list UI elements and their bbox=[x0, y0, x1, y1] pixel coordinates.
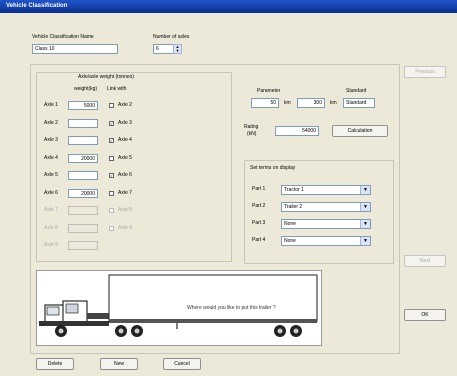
axle-label: Axle 3 bbox=[44, 137, 58, 143]
link-checkbox[interactable] bbox=[109, 103, 114, 108]
axle-label: Axle 9 bbox=[44, 242, 58, 248]
chevron-down-icon[interactable]: ▼ bbox=[360, 237, 370, 245]
classification-name-label: Vehicle Classification Name bbox=[32, 34, 94, 40]
weights-group bbox=[36, 72, 232, 262]
axle-label: Axle 8 bbox=[44, 224, 58, 231]
axle-label: Axle 5 bbox=[44, 172, 58, 178]
title-bar bbox=[0, 0, 457, 13]
display-group-title: Set terms on display bbox=[250, 165, 296, 171]
delete-button[interactable]: Delete bbox=[36, 358, 74, 370]
classification-name-input[interactable]: Class 10 bbox=[32, 44, 118, 54]
display-part-select[interactable]: Tractor 1 ▼ bbox=[281, 185, 371, 195]
rating-input[interactable]: 54000 bbox=[275, 126, 319, 136]
link-column-header: Link with bbox=[107, 86, 127, 92]
rating-unit: (kN) bbox=[247, 131, 257, 137]
link-axle-label: Axle 3 bbox=[118, 119, 132, 126]
link-checkbox[interactable] bbox=[109, 155, 114, 161]
link-axle-label: Axle 8 bbox=[118, 207, 132, 213]
previous-button[interactable]: Previous bbox=[404, 66, 446, 78]
link-axle-label: Axle 9 bbox=[118, 224, 132, 231]
link-checkbox[interactable]: ✓ bbox=[109, 173, 114, 178]
axle-count-label: Number of axles bbox=[153, 34, 190, 40]
link-axle-label: Axle 5 bbox=[118, 154, 132, 161]
axle-weight-input[interactable] bbox=[68, 223, 98, 233]
axle-label: Axle 6 bbox=[44, 189, 58, 196]
parameter-value-2[interactable]: 300 bbox=[297, 98, 325, 108]
spin-arrows-icon[interactable]: ▲ ▼ bbox=[173, 44, 182, 54]
weights-title: Axle/axle weight (tonnes) bbox=[78, 74, 134, 80]
axle-weight-input[interactable] bbox=[68, 241, 98, 250]
link-axle-label: Axle 7 bbox=[118, 189, 132, 196]
axle-weight-input[interactable] bbox=[68, 206, 98, 215]
link-checkbox[interactable]: ✓ bbox=[109, 138, 114, 143]
display-part-value: Trailer 2 bbox=[284, 204, 303, 210]
axle-weight-input[interactable]: 5000 bbox=[68, 101, 98, 110]
chevron-down-icon[interactable]: ▼ bbox=[360, 220, 370, 228]
display-part-label: Part 3 bbox=[252, 220, 266, 226]
parameter-label: Parameter bbox=[257, 88, 281, 94]
axle-weight-input[interactable]: 20000 bbox=[68, 153, 98, 163]
new-button[interactable]: New bbox=[100, 358, 138, 370]
link-axle-label: Axle 6 bbox=[118, 172, 132, 178]
calculation-button[interactable]: Calculation bbox=[332, 125, 388, 137]
display-part-select[interactable]: Trailer 2 ▼ bbox=[281, 202, 371, 212]
display-part-select[interactable]: None ▼ bbox=[281, 236, 371, 246]
chevron-down-icon[interactable]: ▼ bbox=[360, 203, 370, 211]
display-part-label: Part 1 bbox=[252, 186, 266, 192]
preview-caption: Where would you like to put this trailer… bbox=[187, 305, 276, 311]
parameter-unit-1: km bbox=[284, 100, 291, 106]
axle-weight-input[interactable] bbox=[68, 171, 98, 180]
ok-button[interactable]: OK bbox=[404, 309, 446, 321]
weight-column-header: weight(kg) bbox=[74, 86, 98, 92]
next-button[interactable]: Next bbox=[404, 255, 446, 267]
link-axle-label: Axle 4 bbox=[118, 137, 132, 143]
window-title: Vehicle Classification bbox=[6, 3, 68, 9]
axle-weight-input[interactable] bbox=[68, 118, 98, 128]
chevron-down-icon[interactable]: ▼ bbox=[360, 186, 370, 194]
link-axle-label: Axle 2 bbox=[118, 102, 132, 108]
parameter-unit-2: km bbox=[330, 100, 337, 106]
axle-label: Axle 1 bbox=[44, 102, 58, 108]
display-part-value: None bbox=[284, 238, 296, 244]
display-part-select[interactable]: None ▼ bbox=[281, 219, 371, 229]
axle-label: Axle 4 bbox=[44, 154, 58, 161]
display-part-label: Part 2 bbox=[252, 203, 266, 209]
display-part-value: Tractor 1 bbox=[284, 187, 304, 193]
link-checkbox[interactable] bbox=[109, 225, 114, 231]
display-group bbox=[244, 160, 394, 264]
truck-preview: Where would you like to put this trailer… bbox=[36, 270, 322, 346]
display-part-value: None bbox=[284, 221, 296, 227]
link-checkbox[interactable] bbox=[109, 190, 114, 196]
axle-label: Axle 2 bbox=[44, 119, 58, 126]
axle-weight-input[interactable]: 20000 bbox=[68, 188, 98, 198]
parameter-value-1[interactable]: 50 bbox=[251, 98, 279, 108]
rating-label: Rating bbox=[244, 124, 259, 130]
truck-trailer-image bbox=[39, 274, 318, 337]
cancel-button[interactable]: Cancel bbox=[163, 358, 201, 370]
standard-label: Standard bbox=[346, 88, 367, 94]
link-checkbox[interactable] bbox=[109, 208, 114, 213]
standard-input[interactable]: Standard bbox=[343, 98, 375, 108]
display-part-label: Part 4 bbox=[252, 237, 266, 243]
link-checkbox[interactable]: ✓ bbox=[109, 120, 114, 126]
axle-label: Axle 7 bbox=[44, 207, 58, 213]
axle-weight-input[interactable] bbox=[68, 136, 98, 145]
